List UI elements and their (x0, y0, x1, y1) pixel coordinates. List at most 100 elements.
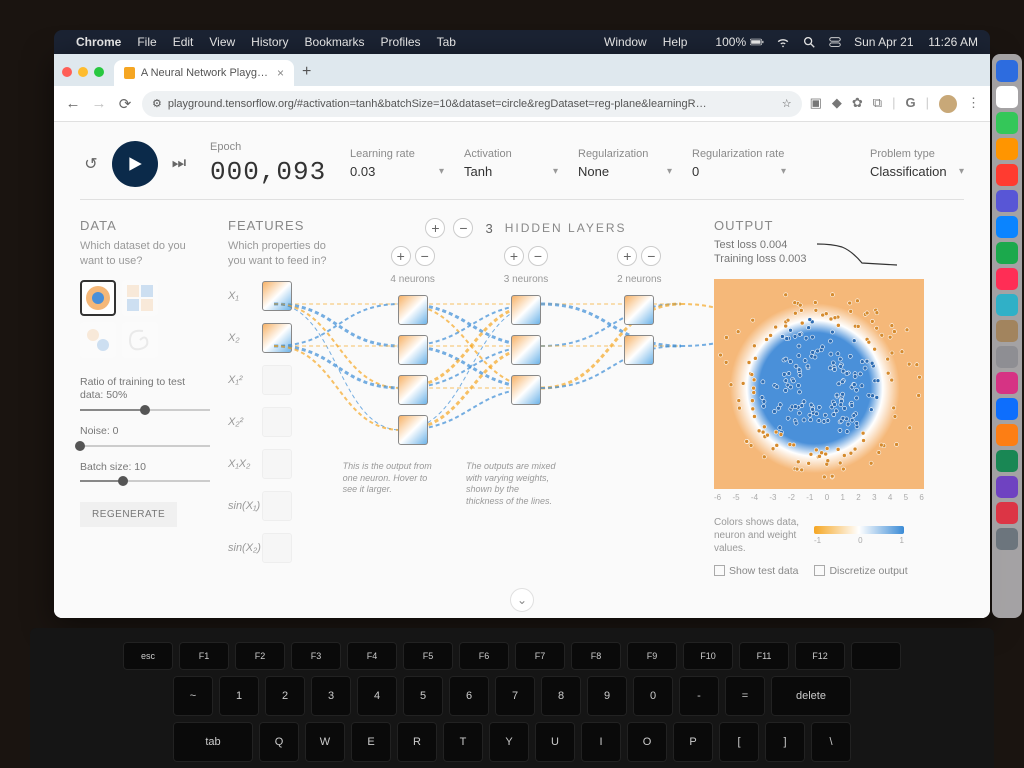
feature-node[interactable] (262, 281, 292, 311)
back-button[interactable]: ← (64, 95, 82, 112)
dock-app-icon[interactable] (996, 424, 1018, 446)
batch-slider[interactable] (80, 480, 210, 482)
remove-neuron-button[interactable]: − (528, 246, 548, 266)
step-button[interactable]: ⏭ (168, 153, 190, 175)
feature-6[interactable]: sin(X₂) (228, 532, 338, 564)
view-menu[interactable]: View (209, 35, 235, 49)
neuron-node[interactable] (511, 335, 541, 365)
feature-1[interactable]: X₂ (228, 322, 338, 354)
clock[interactable]: Sun Apr 21 11:26 AM (854, 35, 978, 49)
dataset-xor[interactable] (122, 280, 158, 316)
ratio-slider[interactable] (80, 409, 210, 411)
regularization-select[interactable]: None▾ (578, 164, 672, 179)
feature-2[interactable]: X₁² (228, 364, 338, 396)
feature-4[interactable]: X₁X₂ (228, 448, 338, 480)
feature-node[interactable] (262, 365, 292, 395)
reset-button[interactable]: ↺ (80, 153, 102, 175)
dock-app-icon[interactable] (996, 242, 1018, 264)
feature-node[interactable] (262, 323, 292, 353)
remove-neuron-button[interactable]: − (415, 246, 435, 266)
add-neuron-button[interactable]: + (617, 246, 637, 266)
dock-app-icon[interactable] (996, 320, 1018, 342)
neuron-node[interactable] (624, 335, 654, 365)
kebab-menu-icon[interactable]: ⋮ (967, 95, 980, 113)
feature-0[interactable]: X₁ (228, 280, 338, 312)
site-settings-icon[interactable]: ⚙ (152, 97, 162, 110)
noise-slider[interactable] (80, 445, 210, 447)
discretize-checkbox[interactable]: Discretize output (814, 565, 907, 577)
help-menu[interactable]: Help (663, 35, 688, 49)
tab-menu[interactable]: Tab (437, 35, 456, 49)
edit-menu[interactable]: Edit (173, 35, 194, 49)
problem-type-select[interactable]: Classification▾ (870, 164, 964, 179)
neuron-node[interactable] (398, 295, 428, 325)
feature-node[interactable] (262, 449, 292, 479)
neuron-node[interactable] (511, 295, 541, 325)
regenerate-button[interactable]: REGENERATE (80, 502, 177, 527)
close-tab-icon[interactable]: × (277, 66, 284, 80)
output-plot[interactable] (714, 279, 924, 489)
dock-app-icon[interactable] (996, 60, 1018, 82)
dock-app-icon[interactable] (996, 528, 1018, 550)
dock-app-icon[interactable] (996, 268, 1018, 290)
expand-chevron-icon[interactable]: ⌄ (510, 588, 534, 612)
spotlight-icon[interactable] (802, 35, 816, 49)
show-test-checkbox[interactable]: Show test data (714, 565, 798, 577)
neuron-node[interactable] (398, 415, 428, 445)
dock-app-icon[interactable] (996, 112, 1018, 134)
profiles-menu[interactable]: Profiles (381, 35, 421, 49)
feature-node[interactable] (262, 533, 292, 563)
extension-icon[interactable]: ◆ (832, 95, 842, 113)
feature-node[interactable] (262, 491, 292, 521)
bookmarks-menu[interactable]: Bookmarks (305, 35, 365, 49)
neuron-node[interactable] (398, 375, 428, 405)
bookmark-star-icon[interactable]: ☆ (782, 97, 792, 110)
learning-rate-select[interactable]: 0.03▾ (350, 164, 444, 179)
browser-tab[interactable]: A Neural Network Playground × (114, 60, 294, 86)
add-layer-button[interactable]: + (425, 218, 445, 238)
reg-rate-select[interactable]: 0▾ (692, 164, 786, 179)
wifi-icon[interactable] (776, 35, 790, 49)
dock-app-icon[interactable] (996, 346, 1018, 368)
dataset-circle[interactable] (80, 280, 116, 316)
app-menu[interactable]: Chrome (76, 35, 121, 49)
dock-app-icon[interactable] (996, 190, 1018, 212)
dock-app-icon[interactable] (996, 294, 1018, 316)
file-menu[interactable]: File (137, 35, 156, 49)
add-neuron-button[interactable]: + (504, 246, 524, 266)
forward-button[interactable]: → (90, 95, 108, 112)
dataset-gauss[interactable] (80, 322, 116, 358)
window-controls[interactable] (62, 67, 104, 77)
extensions-button[interactable]: ⧉ (873, 95, 882, 113)
minimize-window-icon[interactable] (78, 67, 88, 77)
dock-app-icon[interactable] (996, 86, 1018, 108)
close-window-icon[interactable] (62, 67, 72, 77)
feature-3[interactable]: X₂² (228, 406, 338, 438)
extension-icon[interactable]: ✿ (852, 95, 863, 113)
play-button[interactable] (112, 141, 158, 187)
dock-app-icon[interactable] (996, 398, 1018, 420)
neuron-node[interactable] (511, 375, 541, 405)
battery-status[interactable]: 100% (715, 35, 764, 49)
neuron-node[interactable] (398, 335, 428, 365)
window-menu[interactable]: Window (604, 35, 647, 49)
dock-app-icon[interactable] (996, 450, 1018, 472)
dock-app-icon[interactable] (996, 372, 1018, 394)
address-bar[interactable]: ⚙ playground.tensorflow.org/#activation=… (142, 91, 802, 117)
extension-icon[interactable]: ▣ (810, 95, 822, 113)
dock-app-icon[interactable] (996, 216, 1018, 238)
new-tab-button[interactable]: + (302, 63, 311, 81)
avatar-icon[interactable] (939, 95, 957, 113)
activation-select[interactable]: Tanh▾ (464, 164, 558, 179)
dock-app-icon[interactable] (996, 476, 1018, 498)
control-center-icon[interactable] (828, 35, 842, 49)
dock-app-icon[interactable] (996, 502, 1018, 524)
remove-neuron-button[interactable]: − (641, 246, 661, 266)
feature-5[interactable]: sin(X₁) (228, 490, 338, 522)
neuron-node[interactable] (624, 295, 654, 325)
dock-app-icon[interactable] (996, 164, 1018, 186)
dock-app-icon[interactable] (996, 138, 1018, 160)
maximize-window-icon[interactable] (94, 67, 104, 77)
feature-node[interactable] (262, 407, 292, 437)
history-menu[interactable]: History (251, 35, 288, 49)
